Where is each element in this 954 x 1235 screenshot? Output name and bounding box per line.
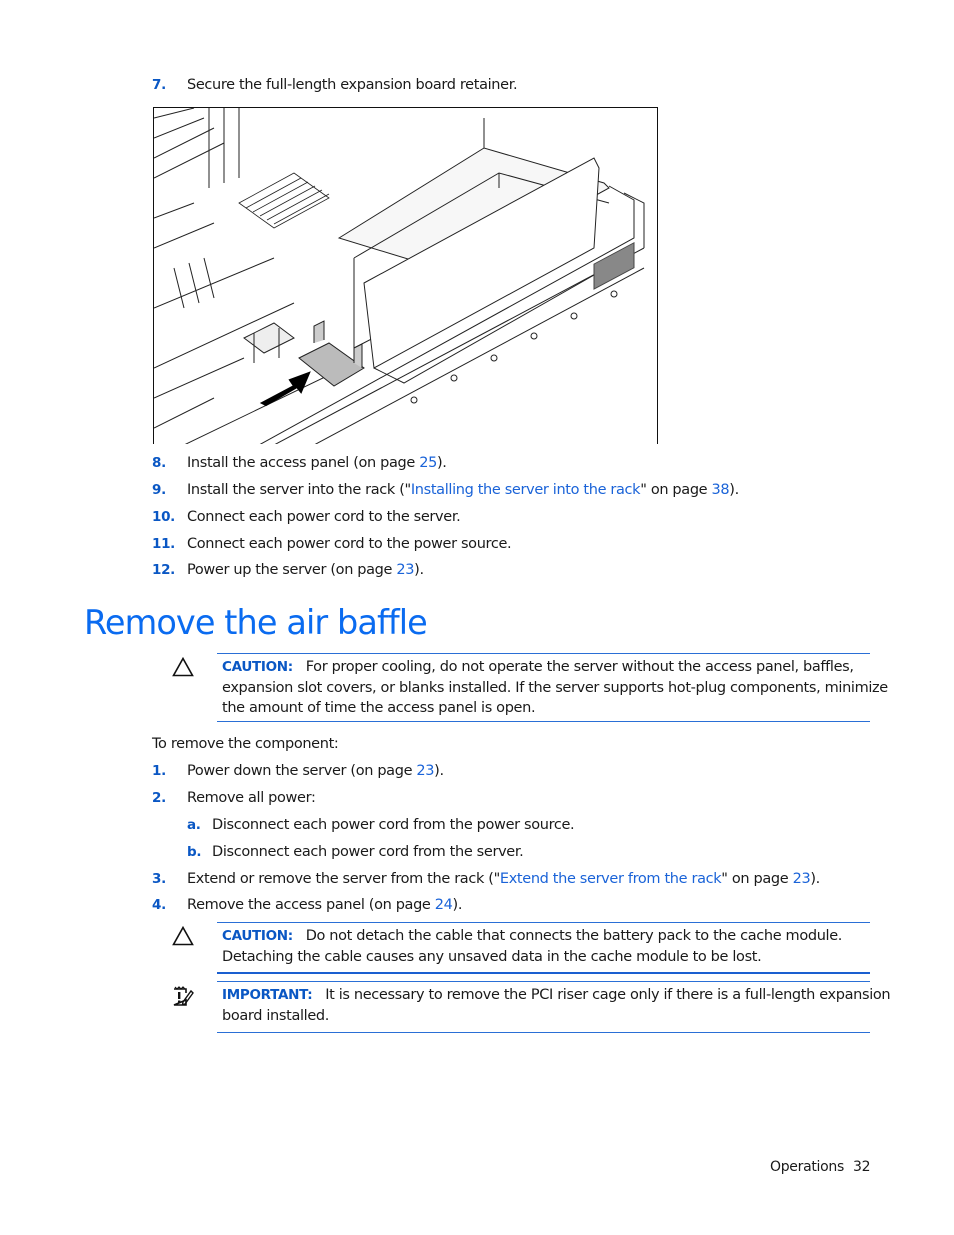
removal-step-3: 3. Extend or remove the server from the …: [152, 870, 820, 888]
step-text: Connect each power cord to the server.: [187, 509, 461, 525]
step-text-part: Power down the server (on page: [187, 763, 417, 779]
important-line: It is necessary to remove the PCI riser …: [325, 987, 891, 1003]
step-text-part: ).: [729, 482, 739, 498]
caution-label: CAUTION:: [222, 659, 293, 675]
caution-line: expansion slot covers, or blanks install…: [222, 679, 888, 696]
caution-label: CAUTION:: [222, 928, 293, 944]
important-line: board installed.: [222, 1007, 330, 1024]
caution-bottom-rule: [217, 721, 870, 722]
step-10: 10. Connect each power cord to the serve…: [152, 508, 461, 526]
step-8: 8. Install the access panel (on page 25)…: [152, 454, 447, 472]
page-link[interactable]: 23: [396, 562, 414, 578]
removal-substep-a: a. Disconnect each power cord from the p…: [187, 816, 575, 834]
removal-substep-b: b. Disconnect each power cord from the s…: [187, 843, 524, 861]
important-bottom-rule: [217, 1032, 870, 1033]
footer-section: Operations: [770, 1159, 844, 1175]
caution-line: For proper cooling, do not operate the s…: [305, 659, 854, 675]
step-text-part: " on page: [640, 482, 712, 498]
footer-page-number: 32: [853, 1159, 871, 1175]
removal-step-4: 4. Remove the access panel (on page 24).: [152, 896, 462, 914]
step-text-part: ).: [452, 897, 463, 913]
arrow-indicator: [259, 371, 311, 407]
page-link[interactable]: 23: [793, 871, 811, 887]
step-number: 10.: [152, 509, 176, 525]
step-text-part: ).: [810, 871, 820, 887]
step-text: Secure the full-length expansion board r…: [187, 77, 518, 93]
caution-top-rule: [217, 922, 870, 923]
step-text-part: Remove the access panel (on page: [187, 897, 435, 913]
step-7: 7. Secure the full-length expansion boar…: [152, 76, 518, 94]
step-number: 9.: [152, 482, 166, 498]
caution-line: Detaching the cable causes any unsaved d…: [222, 948, 762, 965]
important-top-rule: [217, 981, 870, 982]
step-text: Install the server into the rack ("Insta…: [187, 481, 739, 499]
removal-step-2: 2. Remove all power:: [152, 789, 316, 807]
step-text-part: Install the server into the rack (": [187, 482, 411, 498]
step-number: 12.: [152, 562, 176, 578]
important-notepad-icon: [173, 986, 194, 1006]
step-text: Power up the server (on page 23).: [187, 561, 424, 579]
substep-letter: a.: [187, 817, 201, 833]
substep-letter: b.: [187, 844, 202, 860]
caution-text: CAUTION: Do not detach the cable that co…: [222, 926, 872, 967]
step-text: Extend or remove the server from the rac…: [187, 870, 820, 888]
step-number: 8.: [152, 455, 166, 471]
step-12: 12. Power up the server (on page 23).: [152, 561, 424, 579]
step-text: Remove the access panel (on page 24).: [187, 896, 462, 914]
step-text-part: Install the access panel (on page: [187, 455, 420, 471]
removal-step-1: 1. Power down the server (on page 23).: [152, 762, 444, 780]
step-text: Remove all power:: [187, 790, 316, 806]
step-number: 7.: [152, 77, 166, 93]
step-text-part: Extend or remove the server from the rac…: [187, 871, 500, 887]
caution-bottom-rule: [217, 972, 870, 974]
page-link[interactable]: 25: [419, 455, 437, 471]
caution-text: CAUTION: For proper cooling, do not oper…: [222, 657, 888, 719]
step-number: 1.: [152, 763, 166, 779]
step-text-part: Power up the server (on page: [187, 562, 397, 578]
page-link[interactable]: 23: [416, 763, 434, 779]
caution-line: the amount of time the access panel is o…: [222, 700, 536, 716]
topic-link[interactable]: Installing the server into the rack: [411, 482, 641, 498]
step-text-part: ).: [437, 455, 447, 471]
step-9: 9. Install the server into the rack ("In…: [152, 481, 739, 499]
important-label: IMPORTANT:: [222, 987, 313, 1003]
caution-icon: [172, 926, 194, 946]
chassis-drawing: [154, 108, 645, 444]
important-text: IMPORTANT: It is necessary to remove the…: [222, 985, 891, 1026]
section-heading: Remove the air baffle: [84, 603, 428, 642]
step-number: 11.: [152, 536, 176, 552]
step-text: Install the access panel (on page 25).: [187, 454, 447, 472]
step-text-part: ).: [434, 763, 444, 779]
step-text: Disconnect each power cord from the powe…: [212, 817, 575, 833]
caution-icon: [172, 657, 194, 677]
step-text: Connect each power cord to the power sou…: [187, 536, 512, 552]
step-text: Disconnect each power cord from the serv…: [212, 844, 524, 860]
step-number: 3.: [152, 871, 166, 887]
caution-top-rule: [217, 653, 870, 654]
intro-text: To remove the component:: [152, 736, 339, 752]
page-link[interactable]: 24: [435, 897, 453, 913]
step-11: 11. Connect each power cord to the power…: [152, 535, 512, 553]
step-number: 4.: [152, 897, 166, 913]
step-text-part: ).: [414, 562, 424, 578]
step-number: 2.: [152, 790, 166, 806]
step-text-part: " on page: [721, 871, 793, 887]
server-illustration: [153, 107, 658, 444]
page-link[interactable]: 38: [712, 482, 730, 498]
caution-line: Do not detach the cable that connects th…: [305, 928, 843, 944]
topic-link[interactable]: Extend the server from the rack: [500, 871, 722, 887]
step-text: Power down the server (on page 23).: [187, 762, 444, 780]
